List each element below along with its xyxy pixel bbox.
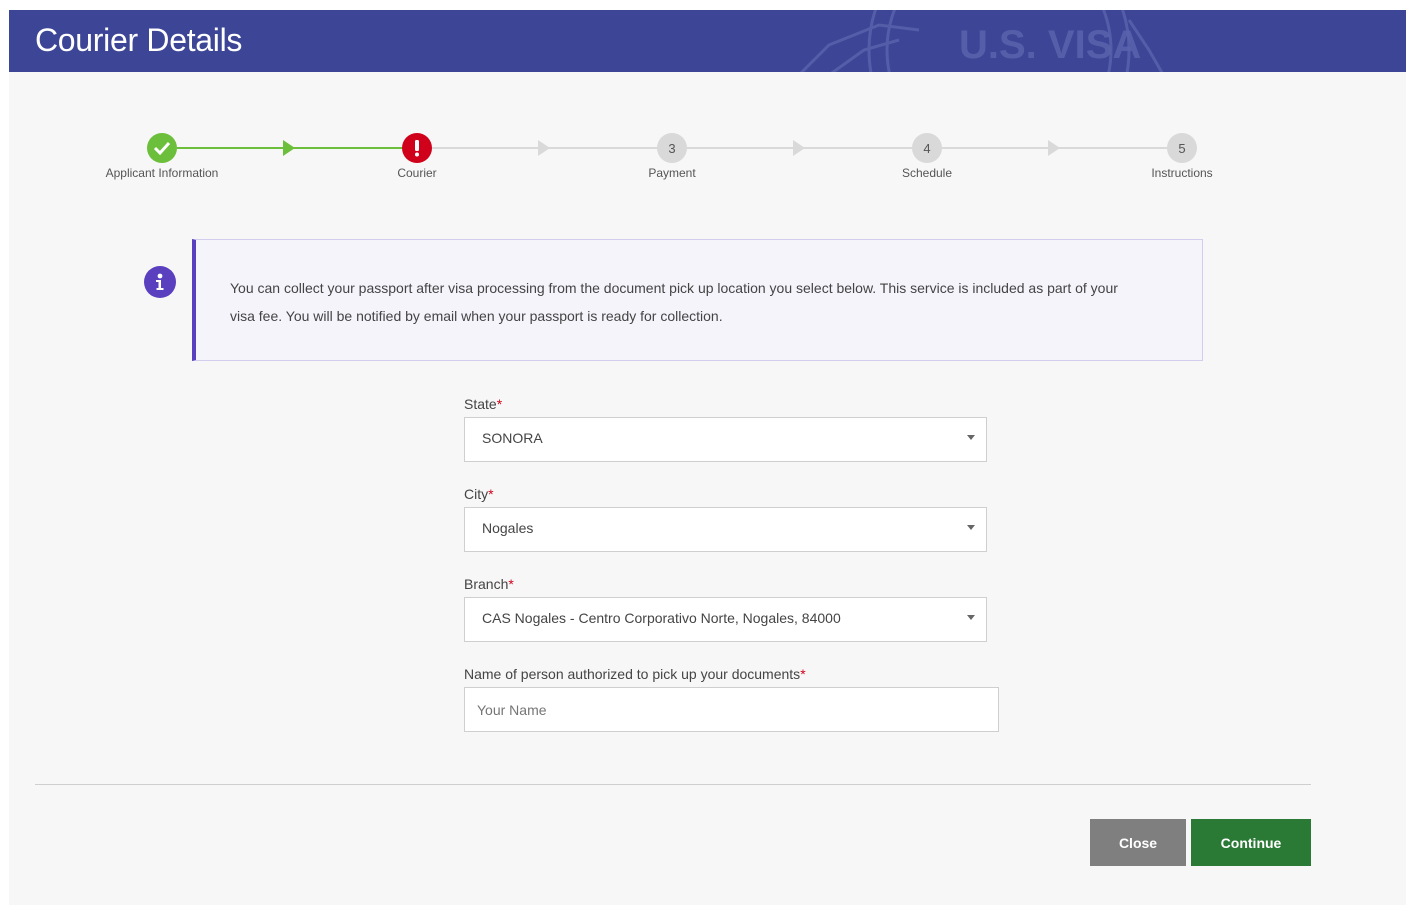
- step-label: Courier: [397, 166, 437, 180]
- caret-down-icon: [967, 525, 975, 530]
- step-courier: Courier: [317, 133, 517, 180]
- courier-details-panel: Courier Details U.S. VISA Applicant Info…: [9, 10, 1406, 905]
- courier-form: State* SONORA City* Nogales Branch* CAS …: [464, 394, 999, 732]
- city-value: Nogales: [482, 520, 534, 536]
- step-payment: 3 Payment: [572, 133, 772, 180]
- progress-arrow-2: [538, 140, 550, 156]
- state-value: SONORA: [482, 430, 543, 446]
- close-button[interactable]: Close: [1090, 819, 1186, 866]
- step-applicant-information: Applicant Information: [62, 133, 262, 180]
- check-icon: [147, 133, 177, 163]
- step-label: Payment: [648, 166, 696, 180]
- info-notice: You can collect your passport after visa…: [192, 239, 1203, 361]
- progress-arrow-1: [283, 140, 295, 156]
- branch-value: CAS Nogales - Centro Corporativo Norte, …: [482, 610, 841, 626]
- authorized-name-input[interactable]: [464, 687, 999, 732]
- visa-seal-watermark: U.S. VISA: [799, 10, 1164, 72]
- city-label: City*: [464, 486, 494, 502]
- step-label: Applicant Information: [105, 166, 219, 180]
- page-title: Courier Details: [35, 22, 243, 58]
- svg-text:U.S. VISA: U.S. VISA: [959, 23, 1141, 67]
- progress-arrow-3: [793, 140, 805, 156]
- header-bar: Courier Details U.S. VISA: [9, 10, 1406, 72]
- state-select[interactable]: SONORA: [464, 417, 987, 462]
- step-label: Instructions: [1151, 166, 1213, 180]
- step-schedule: 4 Schedule: [827, 133, 1027, 180]
- info-icon: [144, 266, 176, 298]
- exclamation-icon: [402, 133, 432, 163]
- step-number: 4: [912, 133, 942, 163]
- step-instructions: 5 Instructions: [1082, 133, 1282, 180]
- state-label: State*: [464, 396, 503, 412]
- progress-arrow-4: [1048, 140, 1060, 156]
- caret-down-icon: [967, 615, 975, 620]
- authorized-name-label: Name of person authorized to pick up you…: [464, 666, 806, 682]
- info-notice-text: You can collect your passport after visa…: [230, 280, 1118, 324]
- caret-down-icon: [967, 435, 975, 440]
- branch-label: Branch*: [464, 576, 514, 592]
- footer-divider: [35, 784, 1311, 785]
- branch-select[interactable]: CAS Nogales - Centro Corporativo Norte, …: [464, 597, 987, 642]
- city-select[interactable]: Nogales: [464, 507, 987, 552]
- step-number: 3: [657, 133, 687, 163]
- continue-button[interactable]: Continue: [1191, 819, 1311, 866]
- step-label: Schedule: [901, 166, 953, 180]
- step-number: 5: [1167, 133, 1197, 163]
